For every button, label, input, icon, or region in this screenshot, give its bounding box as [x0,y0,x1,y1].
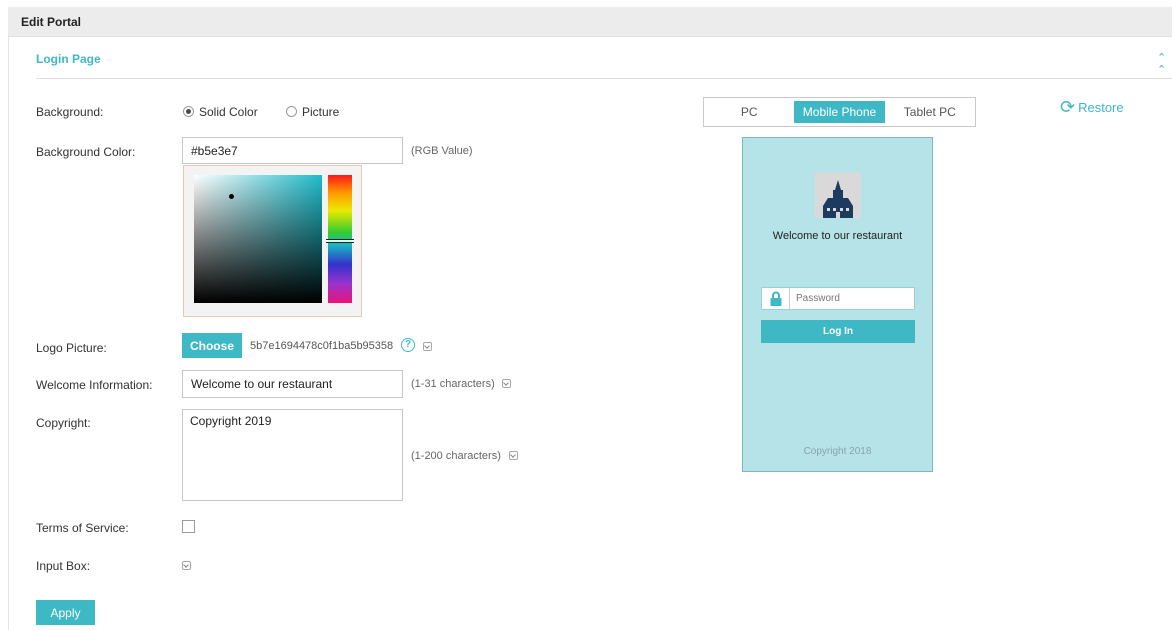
copyright-textarea[interactable]: Copyright 2019 [182,409,403,501]
expand-icon[interactable] [509,451,518,460]
tab-tablet-pc[interactable]: Tablet PC [885,98,975,126]
castle-icon [815,172,861,218]
expand-icon[interactable] [182,561,191,570]
preview-login-button: Log In [761,320,915,343]
device-tabs: PC Mobile Phone Tablet PC [703,97,976,127]
background-color-input[interactable]: #b5e3e7 [182,137,403,164]
background-label: Background: [36,105,104,119]
page-header: Edit Portal [8,7,1172,37]
color-picker [183,165,362,317]
restore-button[interactable]: ⟳ Restore [1060,97,1124,117]
lock-icon [762,288,790,309]
preview-password-field: Password [761,287,915,310]
rgb-hint: (RGB Value) [411,145,473,157]
phone-preview: Welcome to our restaurant Password Log I… [742,137,933,472]
solid-color-radio[interactable] [183,106,194,117]
copyright-label: Copyright: [36,416,91,430]
collapse-icon[interactable]: ⌃ ⌃ [1157,52,1166,76]
expand-icon[interactable] [423,342,432,351]
logo-filename: 5b7e1694478c0f1ba5b95358 [250,340,394,352]
welcome-hint: (1-31 characters) [411,378,495,390]
copyright-hint: (1-200 characters) [411,450,501,462]
saturation-value-area[interactable] [194,175,322,303]
apply-button[interactable]: Apply [36,600,95,625]
logo-label: Logo Picture: [36,341,107,355]
help-icon[interactable]: ? [401,338,415,352]
preview-welcome-text: Welcome to our restaurant [772,230,903,242]
preview-password-placeholder: Password [796,293,840,304]
picture-radio[interactable] [286,106,297,117]
section-title: Login Page [36,52,101,66]
solid-color-label[interactable]: Solid Color [199,105,258,119]
choose-button[interactable]: Choose [182,333,242,358]
background-color-label: Background Color: [36,145,136,159]
picture-label[interactable]: Picture [302,105,339,119]
refresh-icon: ⟳ [1060,97,1076,117]
section-divider [36,78,1172,79]
terms-checkbox[interactable] [182,520,195,533]
color-selector-dot[interactable] [229,194,234,199]
hue-slider-handle[interactable] [326,239,354,243]
welcome-label: Welcome Information: [36,378,153,392]
tab-mobile-phone[interactable]: Mobile Phone [794,101,885,123]
frame-border [8,37,9,630]
preview-copyright: Copyright 2018 [803,446,872,457]
terms-label: Terms of Service: [36,521,129,535]
welcome-input[interactable]: Welcome to our restaurant [182,370,403,398]
restore-label: Restore [1078,99,1124,115]
input-box-label: Input Box: [36,559,91,573]
page-title: Edit Portal [21,15,82,29]
tab-pc[interactable]: PC [704,98,794,126]
expand-icon[interactable] [502,379,511,388]
